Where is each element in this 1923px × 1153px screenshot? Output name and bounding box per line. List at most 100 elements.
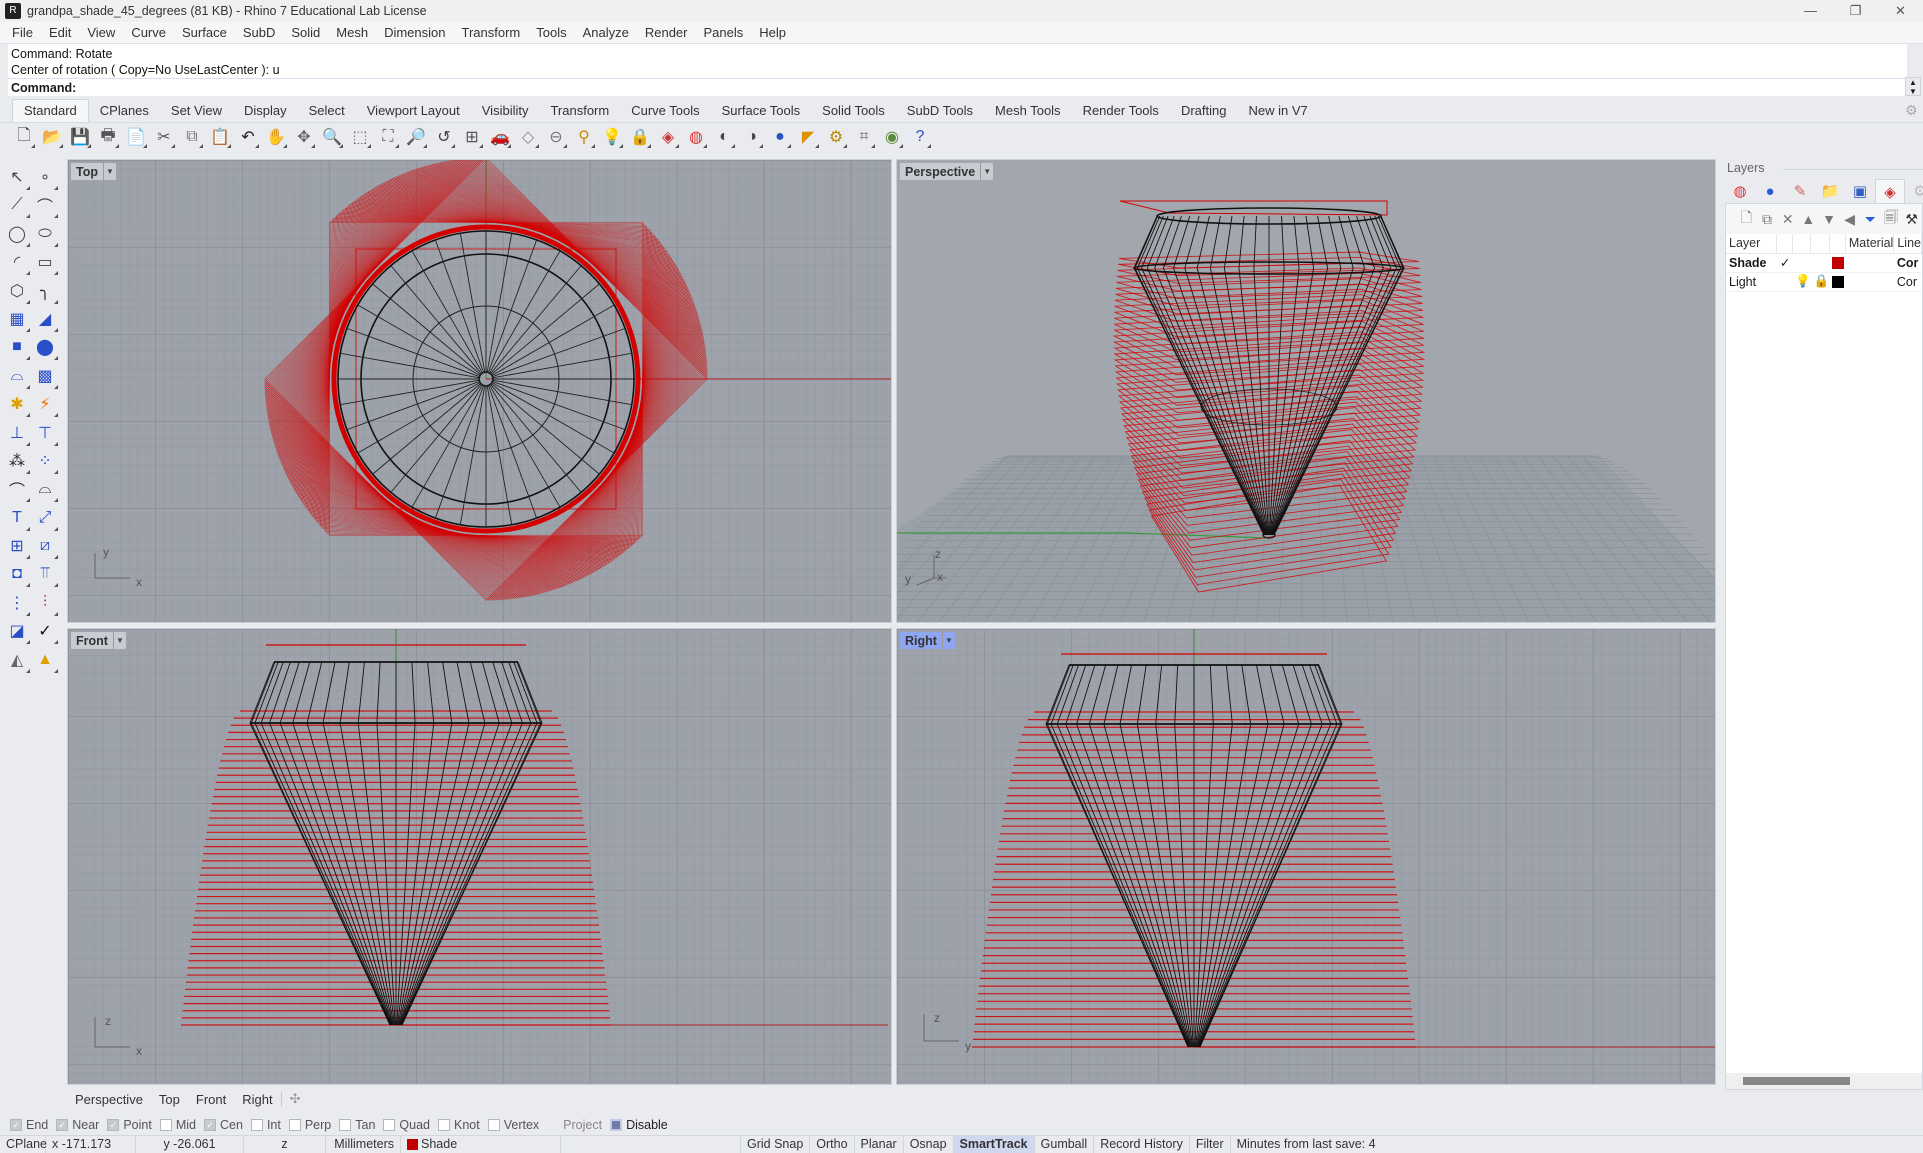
color-wheel-icon[interactable]: ◍	[684, 125, 708, 149]
settings-icon[interactable]: ⚙	[1905, 179, 1923, 203]
osnap-checkbox[interactable]	[250, 1119, 263, 1131]
current-layer-toggle[interactable]	[1776, 272, 1793, 292]
undo-view-icon[interactable]: ↺	[432, 125, 456, 149]
tools-icon[interactable]: ⚒	[1901, 211, 1922, 228]
join-icon[interactable]: ⊤	[32, 420, 58, 446]
render-mesh-icon[interactable]: ◭	[4, 647, 30, 673]
status-toggle-gumball[interactable]: Gumball	[1035, 1135, 1095, 1153]
menu-render[interactable]: Render	[637, 25, 696, 40]
column-header-material[interactable]: Material	[1845, 234, 1895, 254]
close-button[interactable]: ✕	[1878, 0, 1923, 22]
column-header-layer[interactable]: Layer	[1726, 234, 1778, 254]
menu-view[interactable]: View	[79, 25, 123, 40]
tab-surface-tools[interactable]: Surface Tools	[711, 100, 812, 122]
viewport-label-front[interactable]: Front ▼	[71, 632, 126, 649]
new-sublayer-icon[interactable]: ⧉	[1757, 211, 1778, 228]
toolbar-settings-gear-icon[interactable]: ⚙	[1905, 102, 1918, 119]
osnap-point[interactable]: ✓ Point	[107, 1118, 152, 1132]
osnap-end[interactable]: ✓ End	[10, 1118, 48, 1132]
menu-transform[interactable]: Transform	[453, 25, 528, 40]
add-viewport-tab-icon[interactable]: ✣	[282, 1091, 309, 1107]
status-toggle-record-history[interactable]: Record History	[1094, 1135, 1190, 1153]
tab-viewport-layout[interactable]: Viewport Layout	[356, 100, 471, 122]
column-header-visible[interactable]	[1792, 234, 1812, 254]
viewport-tab-right[interactable]: Right	[234, 1091, 282, 1107]
status-toggle-planar[interactable]: Planar	[855, 1135, 904, 1153]
viewport-tab-top[interactable]: Top	[151, 1092, 188, 1107]
layers-tab-icon[interactable]: ◈	[1875, 179, 1905, 203]
array-icon[interactable]: ⊞	[4, 533, 30, 560]
layers-icon[interactable]: ◈	[656, 125, 680, 149]
menu-edit[interactable]: Edit	[41, 25, 79, 40]
viewport-menu-chevron-icon[interactable]: ▼	[102, 163, 116, 180]
dimension-icon[interactable]: ⫶	[32, 590, 58, 616]
menu-mesh[interactable]: Mesh	[328, 25, 376, 40]
osnap-project[interactable]: Project	[547, 1118, 602, 1132]
project-icon[interactable]: ⫪	[32, 561, 58, 588]
mesh-icon[interactable]: ▩	[32, 363, 58, 389]
tab-subd-tools[interactable]: SubD Tools	[896, 100, 984, 122]
osnap-vertex[interactable]: Vertex	[487, 1118, 539, 1132]
viewport-top[interactable]: Top ▼ y x	[67, 159, 892, 623]
surface-icon[interactable]: ▦	[4, 306, 30, 332]
osnap-checkbox[interactable]: ✓	[10, 1119, 22, 1131]
explode-icon[interactable]: ✱	[4, 391, 30, 418]
units-indicator[interactable]: Millimeters	[326, 1135, 401, 1153]
tab-transform[interactable]: Transform	[539, 100, 620, 122]
tab-display[interactable]: Display	[233, 100, 298, 122]
osnap-checkbox[interactable]	[487, 1119, 500, 1131]
select-icon[interactable]: ↖	[4, 164, 30, 190]
menu-surface[interactable]: Surface	[174, 25, 235, 40]
materials-icon[interactable]: ●	[1755, 179, 1785, 203]
layer-row-shade[interactable]: Shade ✓ Cor	[1726, 253, 1922, 273]
copy-icon[interactable]: 🗐	[1881, 207, 1902, 231]
split-icon[interactable]: ⚡	[32, 391, 58, 418]
lock-icon[interactable]: 🔒	[1810, 272, 1830, 292]
tab-select[interactable]: Select	[298, 100, 356, 122]
paste-icon[interactable]: 📋	[208, 125, 232, 149]
menu-panels[interactable]: Panels	[695, 25, 751, 40]
display-mode-icon[interactable]: ✎	[1785, 179, 1815, 203]
osnap-near[interactable]: ✓ Near	[56, 1118, 99, 1132]
grid-snap-icon[interactable]: ⌗	[852, 125, 876, 149]
move-icon[interactable]: ⤢	[32, 505, 58, 531]
status-toggle-ortho[interactable]: Ortho	[810, 1135, 855, 1153]
minimize-button[interactable]: —	[1788, 0, 1833, 22]
layer-color-swatch[interactable]	[1829, 253, 1846, 273]
layer-name[interactable]: Shade	[1726, 253, 1777, 273]
menu-help[interactable]: Help	[751, 25, 794, 40]
offset-curve-icon[interactable]: ⌓	[32, 476, 58, 503]
tab-visibility[interactable]: Visibility	[471, 100, 540, 122]
tab-new-in-v7[interactable]: New in V7	[1237, 100, 1318, 122]
color-wheel-icon[interactable]: ◍	[1725, 179, 1755, 203]
osnap-checkbox[interactable]: ✓	[107, 1119, 120, 1131]
menu-subd[interactable]: SubD	[235, 25, 284, 40]
viewport-menu-chevron-icon[interactable]: ▼	[980, 163, 993, 180]
osnap-cen[interactable]: ✓ Cen	[204, 1118, 243, 1132]
column-header-lock[interactable]	[1810, 234, 1830, 254]
cut-icon[interactable]: ✂	[152, 125, 176, 149]
tab-cplanes[interactable]: CPlanes	[89, 100, 160, 122]
zoom-icon[interactable]: 🔍	[320, 125, 344, 149]
tab-curve-tools[interactable]: Curve Tools	[620, 100, 710, 122]
light-bulb-icon[interactable]: 💡	[1792, 272, 1811, 292]
analyze-icon[interactable]: ◪	[4, 618, 30, 645]
polygon-icon[interactable]: ⬡	[4, 278, 30, 304]
move-left-icon[interactable]: ◀	[1839, 211, 1860, 228]
column-header-linetype[interactable]: Line	[1893, 234, 1922, 254]
osnap-quad[interactable]: Quad	[383, 1118, 430, 1132]
osnap-disable[interactable]: Disable	[610, 1118, 668, 1132]
move-up-icon[interactable]: ▲	[1798, 211, 1819, 227]
osnap-checkbox[interactable]: ✓	[56, 1119, 69, 1131]
osnap-checkbox[interactable]	[159, 1119, 172, 1131]
check-icon[interactable]: ✓	[32, 618, 58, 645]
layer-row-light[interactable]: Light 💡 🔒 Cor	[1726, 272, 1922, 292]
menu-tools[interactable]: Tools	[528, 25, 574, 40]
point-icon[interactable]: ∘	[32, 164, 58, 190]
tab-standard[interactable]: Standard	[12, 99, 89, 122]
boolean-union-icon[interactable]: ⬤	[32, 334, 58, 361]
lock-icon[interactable]: 🔒	[628, 125, 652, 149]
osnap-checkbox[interactable]	[288, 1119, 301, 1131]
column-header-color[interactable]	[1829, 234, 1846, 254]
scrollbar-thumb[interactable]	[1743, 1077, 1850, 1085]
